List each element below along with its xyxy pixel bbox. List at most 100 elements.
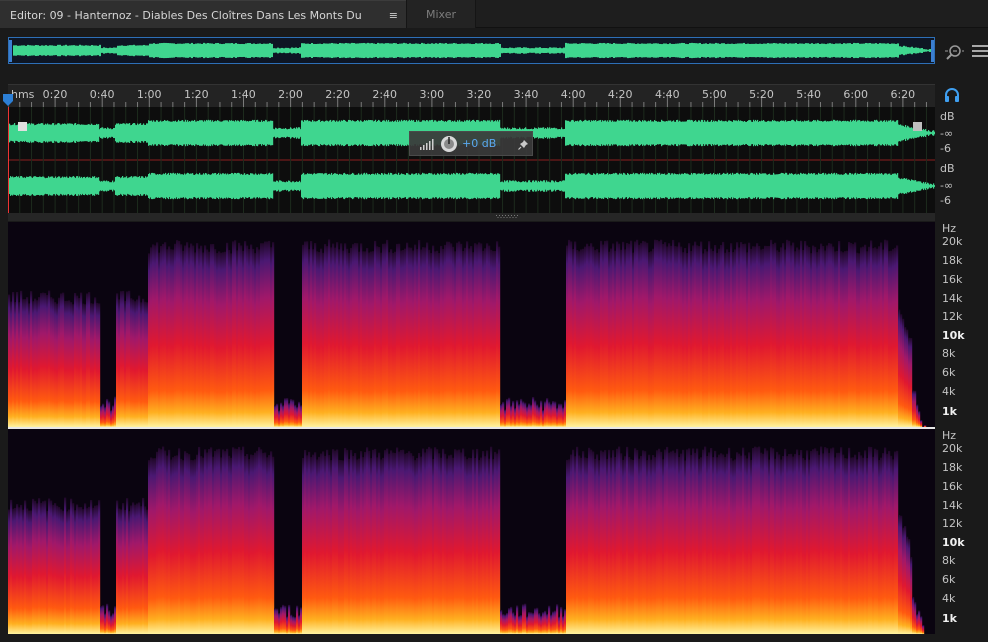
overview-sample xyxy=(297,47,299,54)
spectrogram-column xyxy=(450,243,453,427)
spectrogram-column xyxy=(526,406,529,427)
overview-sample xyxy=(711,43,713,58)
spectrogram-column xyxy=(736,452,739,634)
overview-sample xyxy=(327,43,329,58)
spectrogram-column xyxy=(94,505,97,634)
spectrogram-column xyxy=(692,245,695,427)
spectrogram-column xyxy=(756,447,759,634)
overview-waveform[interactable] xyxy=(8,37,935,64)
spectrogram-column xyxy=(188,454,191,634)
spectrogram-column xyxy=(710,447,713,634)
frequency-label: 14k xyxy=(942,499,963,512)
spectrogram-column xyxy=(12,508,15,634)
spectrogram-column xyxy=(110,410,113,427)
overview-right-handle[interactable] xyxy=(931,40,934,62)
hamburger-icon[interactable]: ≡ xyxy=(389,1,398,30)
gain-value[interactable]: +0 dB xyxy=(462,137,496,150)
spectrogram-column xyxy=(638,458,641,634)
spectrogram-channel-2[interactable] xyxy=(8,429,935,634)
zoom-magnifier-icon[interactable] xyxy=(944,42,964,62)
spectrogram-column xyxy=(478,459,481,634)
spectrogram-column xyxy=(856,252,859,427)
volume-knob-icon[interactable] xyxy=(440,135,458,153)
spectrogram-column xyxy=(780,459,783,634)
fade-out-handle-icon[interactable] xyxy=(913,122,922,131)
spectrogram-column xyxy=(210,447,213,634)
spectrogram-column xyxy=(238,446,241,634)
spectrogram-column xyxy=(344,448,347,634)
spectrogram-column xyxy=(630,459,633,634)
spectrogram-column xyxy=(210,244,213,427)
spectrogram-column xyxy=(388,453,391,634)
spectrogram-column xyxy=(144,506,147,634)
spectrogram-column xyxy=(500,609,503,634)
overview-sample xyxy=(161,43,163,58)
spectrogram-column xyxy=(644,241,647,427)
overview-sample xyxy=(163,42,165,59)
spectrogram-column xyxy=(98,303,101,427)
spectrogram-column xyxy=(462,448,465,634)
playhead-marker-icon[interactable] xyxy=(2,93,14,107)
spectrogram-column xyxy=(446,458,449,634)
spectrogram-column xyxy=(430,252,433,427)
headphone-icon[interactable] xyxy=(944,87,960,103)
spectrogram-column xyxy=(138,295,141,427)
overview-sample xyxy=(437,43,439,58)
spectrogram-column xyxy=(748,242,751,427)
spectrogram-column xyxy=(286,616,289,634)
overview-left-handle[interactable] xyxy=(9,40,12,62)
overview-sample xyxy=(291,47,293,54)
list-icon[interactable] xyxy=(971,44,988,58)
spectrogram-column xyxy=(142,497,145,634)
spectrogram-column xyxy=(742,243,745,427)
overview-sample xyxy=(869,43,871,58)
splitter-grip-icon[interactable] xyxy=(496,215,520,218)
overview-sample xyxy=(21,45,23,56)
spectrogram-column xyxy=(112,613,115,634)
spectrogram-column xyxy=(132,502,135,634)
spectrogram-column xyxy=(384,243,387,427)
spectrogram-column xyxy=(480,457,483,634)
spectrogram-column xyxy=(500,403,503,427)
spectrogram-channel-1[interactable] xyxy=(8,222,935,427)
spectrogram-column xyxy=(214,249,217,427)
spectrogram-column xyxy=(362,457,365,634)
overview-sample xyxy=(315,43,317,58)
time-ruler[interactable]: hms 0:20 0:40 1:00 1:20 1:40 2:00 2:20 2:40 3:00… xyxy=(8,84,935,108)
spectrogram-column xyxy=(834,251,837,427)
spectrogram-column xyxy=(198,446,201,634)
ruler-tick-label: 4:40 xyxy=(654,88,680,101)
spectrogram-column xyxy=(308,451,311,634)
spectrogram-column xyxy=(714,450,717,634)
overview-sample xyxy=(709,43,711,58)
gain-hud[interactable]: +0 dB xyxy=(409,131,533,156)
spectrogram-column xyxy=(604,240,607,427)
spectrogram-column xyxy=(740,242,743,427)
overview-sample xyxy=(695,43,697,58)
fade-in-handle-icon[interactable] xyxy=(18,122,27,131)
tab-mixer[interactable]: Mixer xyxy=(406,0,476,28)
overview-sample xyxy=(439,42,441,59)
overview-sample xyxy=(395,43,397,58)
spectrogram-column xyxy=(166,455,169,634)
spectrogram-column xyxy=(598,460,601,634)
overview-sample xyxy=(449,43,451,58)
spectrogram-column xyxy=(296,605,299,634)
waveform-view[interactable] xyxy=(8,107,935,213)
spectrogram-column xyxy=(772,448,775,634)
overview-sample xyxy=(257,43,259,58)
tab-editor[interactable]: Editor: 09 - Hanternoz - Diables Des Clo… xyxy=(0,0,406,51)
overview-sample xyxy=(211,43,213,58)
spectrogram-column xyxy=(404,453,407,634)
pin-icon[interactable] xyxy=(518,139,529,150)
spectrogram-column xyxy=(592,451,595,634)
spectrogram-column xyxy=(706,251,709,427)
overview-sample xyxy=(857,42,859,59)
spectrogram-column xyxy=(168,449,171,634)
spectrogram-column xyxy=(212,456,215,634)
view-splitter[interactable] xyxy=(8,213,935,221)
spectrogram-column xyxy=(828,243,831,427)
spectrogram-column xyxy=(528,403,531,427)
overview-sample xyxy=(917,47,919,54)
overview-sample xyxy=(697,43,699,58)
